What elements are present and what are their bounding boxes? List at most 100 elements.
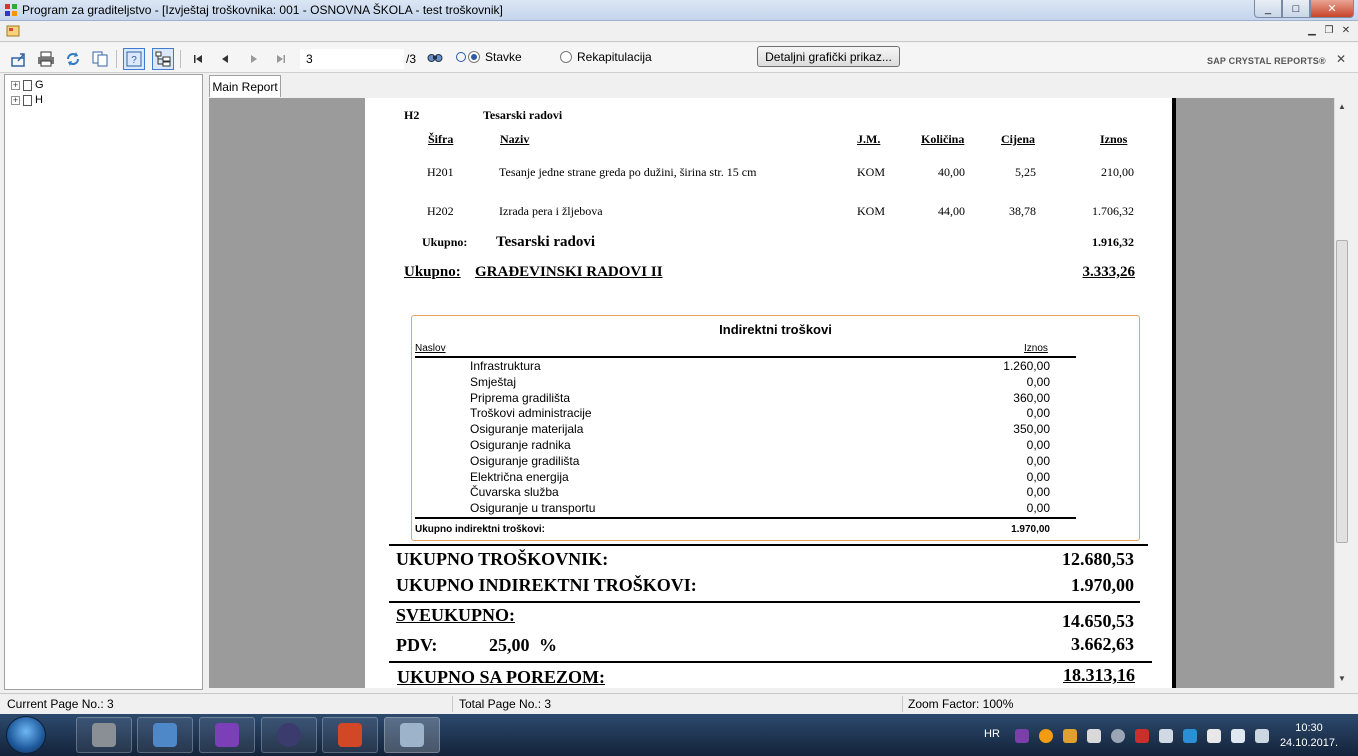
close-button[interactable]: ✕ — [1310, 0, 1354, 18]
section-code: H2 — [404, 108, 420, 122]
viewer-close-icon[interactable]: ✕ — [1336, 52, 1346, 66]
svg-text:?: ? — [131, 55, 137, 66]
export-icon[interactable] — [8, 48, 30, 70]
document-icon — [23, 94, 32, 106]
subtotal-name: Tesarski radovi — [496, 234, 596, 250]
volume-icon[interactable] — [1231, 729, 1245, 743]
copy-icon[interactable] — [89, 48, 111, 70]
computer-icon — [153, 723, 177, 747]
skype-icon[interactable] — [1183, 729, 1197, 743]
indirect-row-value: 0,00 — [1026, 501, 1050, 516]
vertical-scrollbar[interactable]: ▲ ▼ — [1334, 98, 1348, 688]
detailed-graphic-button[interactable]: Detaljni grafički prikaz... — [757, 46, 900, 67]
scroll-thumb[interactable] — [1336, 240, 1348, 543]
tab-main-report[interactable]: Main Report — [209, 75, 281, 97]
vat-rate: 25,00 — [489, 635, 530, 655]
group-tree-icon[interactable] — [152, 48, 174, 70]
status-bar: Current Page No.: 3 Total Page No.: 3 Zo… — [0, 693, 1358, 713]
powerpoint-icon — [338, 723, 362, 747]
header-name: Naziv — [500, 132, 530, 146]
indirect-row-name: Osiguranje u transportu — [470, 501, 596, 516]
vat-percent: % — [539, 635, 557, 655]
expand-icon[interactable]: + — [11, 95, 20, 105]
search-icon[interactable] — [424, 48, 446, 70]
indirect-row-value: 0,00 — [1026, 374, 1050, 389]
clock-date: 24.10.2017. — [1279, 737, 1339, 749]
help-icon[interactable]: ? — [123, 48, 145, 70]
taskbar-app-2[interactable] — [137, 717, 193, 753]
radio-stavke-dot[interactable] — [468, 51, 480, 63]
onenote-icon[interactable] — [1015, 729, 1029, 743]
start-button-icon[interactable] — [6, 716, 46, 754]
indirect-row-name: Priprema gradilišta — [470, 390, 571, 405]
window-title: Program za graditeljstvo - [Izvještaj tr… — [22, 3, 503, 17]
indirect-row-value: 0,00 — [1026, 469, 1050, 484]
indirect-col-title: Naslov — [415, 343, 446, 354]
minimize-button[interactable]: _ — [1254, 0, 1282, 18]
mdi-minimize-icon[interactable]: ▁ — [1304, 23, 1320, 38]
mdi-restore-icon[interactable]: ❐ — [1321, 23, 1337, 38]
refresh-icon[interactable] — [62, 48, 84, 70]
group-total-label: Ukupno: — [404, 264, 461, 280]
subtotal-value: 1.916,32 — [1092, 235, 1134, 249]
print-icon[interactable] — [35, 48, 57, 70]
page-number-input[interactable] — [300, 49, 404, 69]
usb-icon[interactable] — [1087, 729, 1101, 743]
indirect-row-value: 0,00 — [1026, 406, 1050, 421]
report-viewer[interactable]: H2 Tesarski radovi Šifra Naziv J.M. Koli… — [209, 98, 1334, 688]
visual-studio-icon — [215, 723, 239, 747]
tray-e-icon[interactable] — [1111, 729, 1125, 743]
mdi-close-icon[interactable]: ✕ — [1338, 23, 1354, 38]
radio-rekapitulacija[interactable]: Rekapitulacija — [560, 50, 652, 64]
total-indirect-value: 1.970,00 — [1071, 575, 1134, 595]
grand-total-value: 14.650,53 — [1062, 611, 1134, 631]
taskbar-app-3[interactable] — [199, 717, 255, 753]
radio-rekapitulacija-dot[interactable] — [560, 51, 572, 63]
indirect-row-name: Električna energija — [470, 469, 569, 484]
indirect-row-name: Smještaj — [470, 374, 517, 389]
pdf-icon[interactable] — [1135, 729, 1149, 743]
expand-icon[interactable]: + — [11, 80, 20, 90]
title-bar: Program za graditeljstvo - [Izvještaj tr… — [0, 0, 1358, 21]
indirect-row-name: Troškovi administracije — [470, 406, 592, 421]
mdi-bar: ▁ ❐ ✕ — [0, 21, 1358, 42]
total-cost-label: UKUPNO TROŠKOVNIK: — [396, 549, 609, 569]
group-total-name: GRAĐEVINSKI RADOVI II — [475, 264, 663, 280]
radio-stavke[interactable]: Stavke — [456, 50, 522, 64]
header-code: Šifra — [428, 132, 454, 146]
tray-language[interactable]: HR — [984, 728, 1000, 740]
report-page: H2 Tesarski radovi Šifra Naziv J.M. Koli… — [365, 98, 1176, 688]
report-tabs: Main Report — [206, 74, 1347, 98]
indirect-row-value: 360,00 — [1013, 390, 1050, 405]
indirect-total-value: 1.970,00 — [1011, 524, 1050, 535]
taskbar-app-6[interactable] — [384, 717, 440, 753]
network-icon[interactable] — [1159, 729, 1173, 743]
child-window-icon[interactable] — [6, 25, 20, 37]
subtotal-label: Ukupno: — [422, 235, 468, 249]
scroll-up-icon[interactable]: ▲ — [1338, 102, 1346, 111]
maximize-button[interactable]: □ — [1282, 0, 1310, 18]
taskbar-app-1[interactable] — [76, 717, 132, 753]
flag-icon[interactable] — [1207, 729, 1221, 743]
taskbar-app-5[interactable] — [322, 717, 378, 753]
first-page-icon[interactable] — [187, 48, 209, 70]
tree-item-label: G — [35, 79, 44, 91]
tree-item[interactable]: + H — [11, 94, 43, 106]
indirect-title: Indirektni troškovi — [719, 322, 832, 337]
folder-icon[interactable] — [1063, 729, 1077, 743]
header-qty: Količina — [921, 132, 965, 146]
last-page-icon[interactable] — [270, 48, 292, 70]
final-total-value: 18.313,16 — [1063, 665, 1135, 685]
total-cost-value: 12.680,53 — [1062, 549, 1134, 569]
tree-item[interactable]: + G — [11, 79, 44, 91]
clock[interactable]: 10:30 24.10.2017. — [1277, 721, 1341, 751]
grand-total-label: SVEUKUPNO: — [396, 605, 516, 625]
indirect-row-name: Osiguranje radnika — [470, 438, 571, 452]
previous-page-icon[interactable] — [214, 48, 236, 70]
display-icon[interactable] — [1255, 729, 1269, 743]
next-page-icon[interactable] — [243, 48, 265, 70]
browser-icon — [277, 723, 301, 747]
taskbar-app-4[interactable] — [261, 717, 317, 753]
scroll-down-icon[interactable]: ▼ — [1338, 674, 1346, 683]
tray-orange-icon[interactable] — [1039, 729, 1053, 743]
